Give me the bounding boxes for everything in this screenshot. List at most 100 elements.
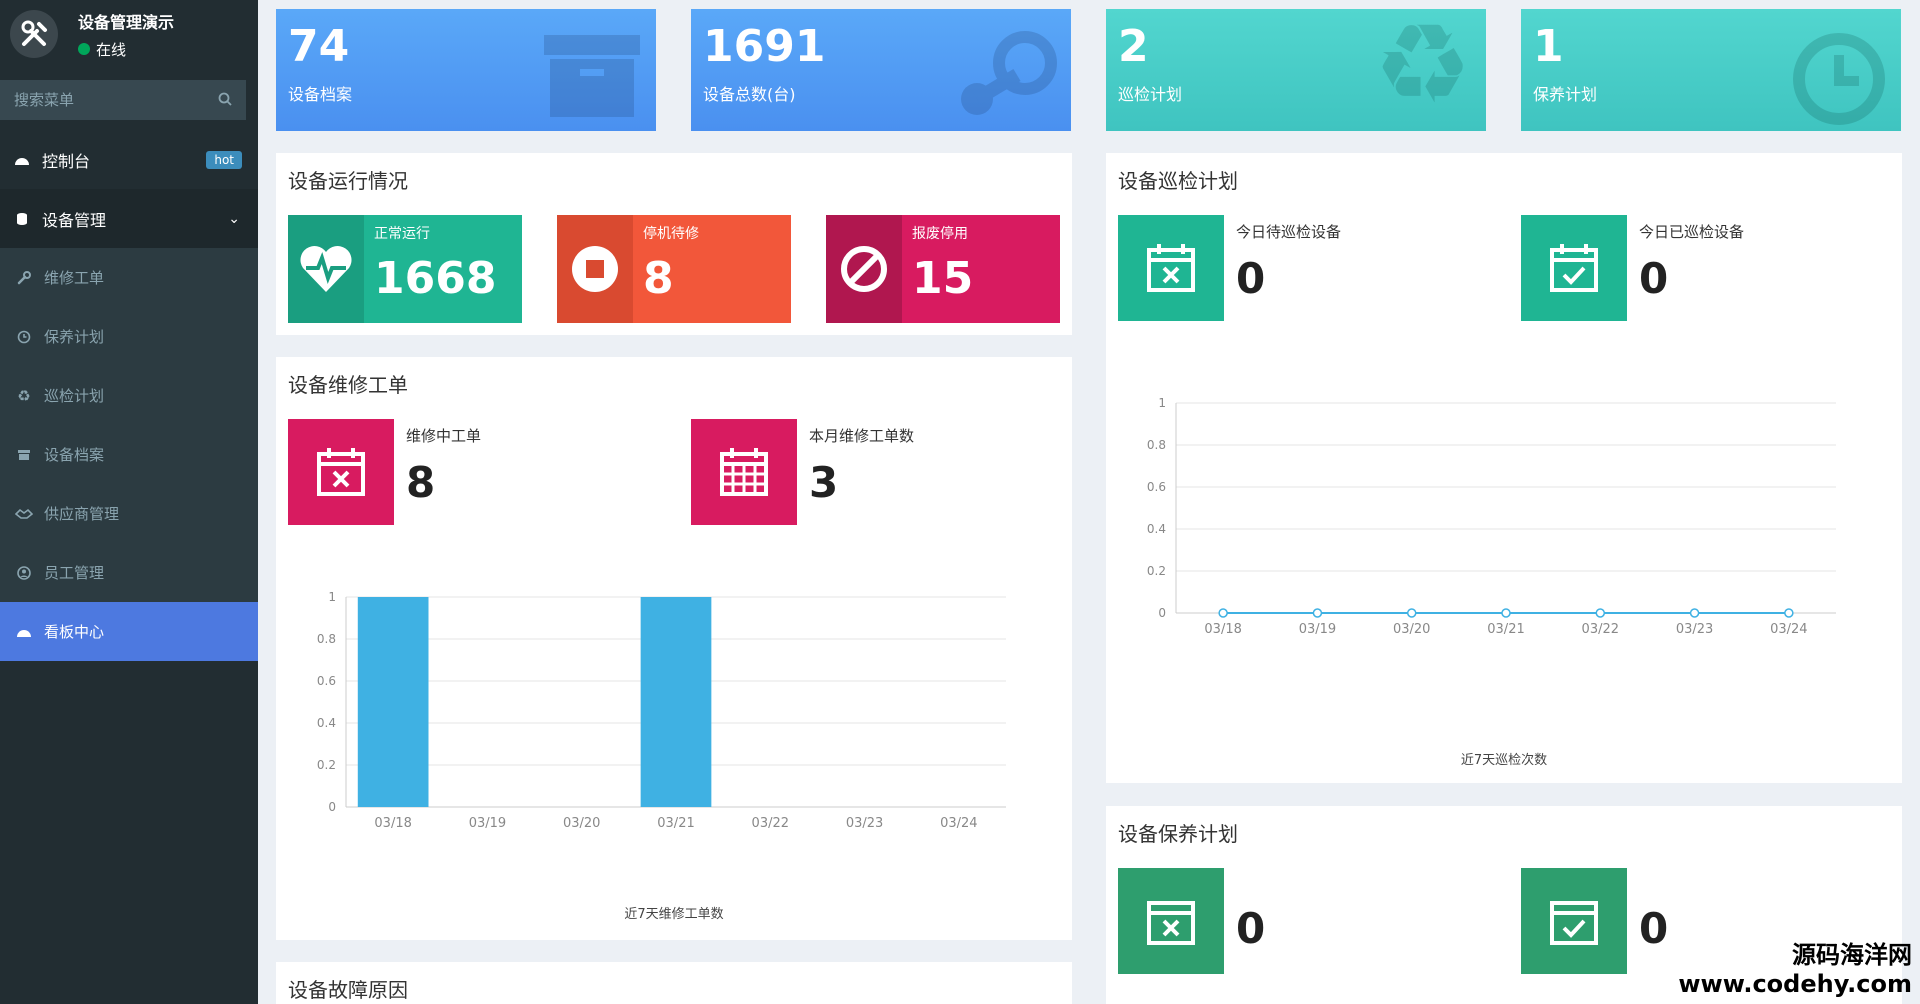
handshake-icon [12,508,36,520]
x-tick-label: 03/23 [1676,622,1713,637]
sidebar-item-label: 看板中心 [44,623,105,641]
repair-in-progress[interactable]: 维修中工单 8 [288,419,481,525]
calendar-check-icon [1521,215,1627,321]
online-status: 在线 [78,39,174,60]
y-tick-label: 1 [328,590,336,604]
panel-title: 设备巡检计划 [1118,169,1238,193]
user-icon [12,565,36,580]
watermark: 源码海洋网 www.codehy.com [1678,935,1912,998]
wrench-icon [12,270,36,285]
tile-stopped-repair[interactable]: 停机待修 8 [557,215,791,323]
sidebar-item-label: 设备管理 [42,210,107,230]
recycle-icon: ♻ [1373,9,1472,128]
sidebar-item-label: 供应商管理 [44,505,120,523]
x-tick-label: 03/19 [469,816,506,831]
stop-icon [557,215,633,323]
inspection-done[interactable]: 今日已巡检设备 0 [1521,215,1744,321]
y-tick-label: 0.2 [317,758,336,772]
tile-normal-running[interactable]: 正常运行 1668 [288,215,522,323]
brand: 设备管理演示 在线 [0,0,258,68]
x-tick-label: 03/23 [846,816,883,831]
brand-title: 设备管理演示 [78,12,175,32]
running-status-panel: 设备运行情况 正常运行 1668 停机待修 8 报废停用 15 [276,153,1072,335]
tile-label: 正常运行 [374,226,430,242]
calendar-x-icon [1118,215,1224,321]
info-label: 今日已巡检设备 [1639,223,1745,241]
maintenance-done[interactable]: 0 [1521,868,1668,974]
data-point[interactable] [1312,608,1323,618]
info-value: 3 [809,458,839,507]
database-icon [10,212,34,226]
data-point[interactable] [1595,608,1606,618]
sidebar-item-staff-management[interactable]: 员工管理 [0,543,258,602]
x-tick-label: 03/19 [1299,622,1336,637]
sidebar-item-inspection-plan[interactable]: ♻ 巡检计划 [0,366,258,425]
tile-scrapped[interactable]: 报废停用 15 [826,215,1060,323]
sidebar-item-label: 巡检计划 [44,387,105,405]
y-tick-label: 0.6 [317,674,336,688]
sidebar-item-label: 设备档案 [44,446,105,464]
steam-icon [947,31,1057,125]
data-point[interactable] [1218,608,1228,618]
tile-value: 1668 [374,253,497,304]
y-tick-label: 0.8 [317,632,336,646]
heartbeat-icon [288,215,364,323]
search-icon[interactable] [218,91,232,110]
sidebar-search [0,80,246,120]
submenu: 维修工单 保养计划 ♻ 巡检计划 设备档案 供应商管理 员工管理 看板中心 [0,248,258,661]
sidebar-item-device-management[interactable]: 设备管理 ⌄ [0,189,258,248]
panel-title: 设备保养计划 [1118,822,1238,846]
calendar-icon [691,419,797,525]
inspection-pending[interactable]: 今日待巡检设备 0 [1118,215,1341,321]
tile-body: 报废停用 15 [902,215,983,323]
maintenance-pending[interactable]: 0 [1118,868,1265,974]
clock-icon [12,330,36,344]
y-tick-label: 0.2 [1147,564,1166,578]
main-content: 74 设备档案 1691 设备总数(台) 2 巡检计划 ♻ 1 保养计划 设备运… [258,0,1920,1004]
info-label: 本月维修工单数 [809,427,915,445]
sidebar-item-repair-orders[interactable]: 维修工单 [0,248,258,307]
search-input[interactable] [14,91,194,109]
y-tick-label: 0.4 [1147,522,1166,536]
y-tick-label: 0.8 [1147,438,1166,452]
sidebar-item-supplier-management[interactable]: 供应商管理 [0,484,258,543]
dashboard-icon [10,153,34,167]
stat-maintenance-plan[interactable]: 1 保养计划 [1521,9,1901,131]
bar[interactable] [357,597,429,807]
data-point[interactable] [1406,608,1417,618]
status-label: 在线 [96,40,127,59]
data-point[interactable] [1689,608,1700,618]
y-tick-label: 0.6 [1147,480,1166,494]
inspection-line-chart: 0 0.2 0.4 0.6 0.8 1 03/18 03/19 03/20 03/21 03/22 0… [1147,396,1836,637]
archive-icon [542,31,642,125]
stat-device-archive[interactable]: 74 设备档案 [276,9,656,131]
stat-device-total[interactable]: 1691 设备总数(台) [691,9,1071,131]
data-point[interactable] [1784,608,1794,618]
info-label: 今日待巡检设备 [1236,223,1342,241]
stat-inspection-plan[interactable]: 2 巡检计划 ♻ [1106,9,1486,131]
info-value: 0 [1639,254,1669,303]
calendar-x-icon [1118,868,1224,974]
chart-caption: 近7天巡检次数 [1460,753,1548,768]
panel-title: 设备维修工单 [288,373,408,397]
fault-reason-panel: 设备故障原因 [276,962,1072,1004]
sidebar-item-maintenance-plan[interactable]: 保养计划 [0,307,258,366]
tile-body: 停机待修 8 [633,215,709,323]
y-tick-label: 0 [328,800,336,814]
info-value: 8 [406,458,436,507]
sidebar-item-dashboard-center[interactable]: 看板中心 [0,602,258,661]
repair-bar-chart: 0 0.2 0.4 0.6 0.8 1 03/18 03/19 03/20 03/21 03/22 0… [317,590,1006,831]
x-tick-label: 03/24 [940,816,977,831]
sidebar-item-dashboard[interactable]: 控制台 hot [0,130,258,189]
tile-label: 停机待修 [643,226,699,242]
hot-badge: hot [206,150,242,169]
tile-body: 正常运行 1668 [364,215,506,323]
y-tick-label: 0.4 [317,716,336,730]
repair-this-month[interactable]: 本月维修工单数 3 [691,419,914,525]
sidebar-item-device-archive[interactable]: 设备档案 [0,425,258,484]
sidebar: 设备管理演示 在线 控制台 hot 设备管理 ⌄ 维修工单 [0,0,258,1004]
data-point[interactable] [1501,608,1511,618]
x-tick-label: 03/21 [1487,622,1524,637]
bar[interactable] [640,597,712,807]
x-tick-label: 03/22 [1582,622,1619,637]
